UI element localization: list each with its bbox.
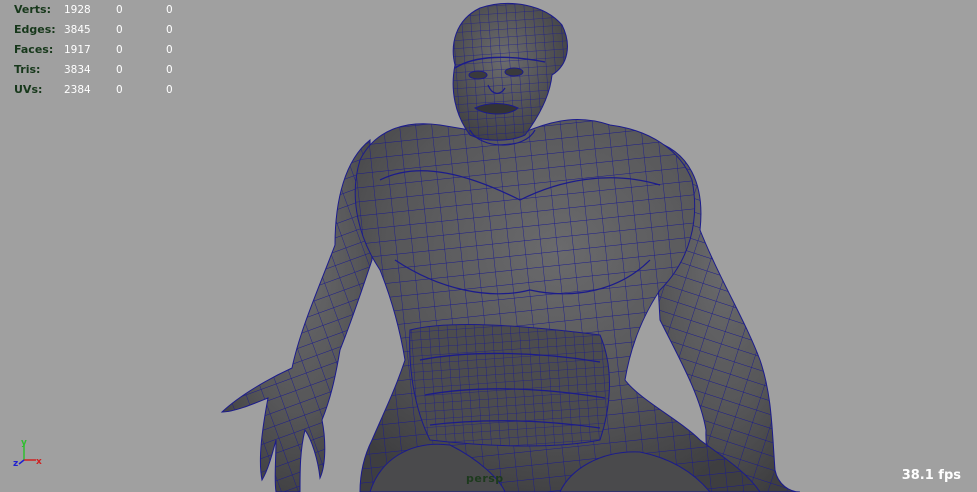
hud-label: Faces: [14, 43, 54, 56]
hud-row-tris: Tris: 3834 0 0 [14, 60, 196, 80]
hud-value: 0 [116, 24, 123, 36]
hud-row-uvs: UVs: 2384 0 0 [14, 80, 196, 100]
hud-value: 1917 [64, 44, 91, 56]
hud-label: Edges: [14, 23, 56, 36]
hud-value: 0 [116, 4, 123, 16]
hud-value: 1928 [64, 4, 91, 16]
hud-label: UVs: [14, 83, 43, 96]
poly-count-hud: Verts: 1928 0 0 Edges: 3845 0 0 Faces: 1… [14, 0, 196, 100]
hud-value: 2384 [64, 84, 91, 96]
camera-name-label: persp [466, 472, 504, 485]
axis-x-label: x [36, 457, 42, 467]
hud-value: 0 [116, 44, 123, 56]
hud-value: 0 [166, 44, 173, 56]
hud-row-faces: Faces: 1917 0 0 [14, 40, 196, 60]
hud-value: 0 [166, 24, 173, 36]
hud-value: 0 [166, 4, 173, 16]
hud-value: 3834 [64, 64, 91, 76]
hud-value: 0 [116, 84, 123, 96]
hud-value: 0 [166, 84, 173, 96]
axis-z-label: z [13, 459, 18, 469]
3d-viewport[interactable]: Verts: 1928 0 0 Edges: 3845 0 0 Faces: 1… [0, 0, 977, 492]
hud-label: Tris: [14, 63, 41, 76]
axis-y-label: y [21, 438, 27, 448]
hud-row-edges: Edges: 3845 0 0 [14, 20, 196, 40]
hud-value: 3845 [64, 24, 91, 36]
hud-value: 0 [116, 64, 123, 76]
hud-row-verts: Verts: 1928 0 0 [14, 0, 196, 20]
axis-gizmo-icon: y x z [13, 438, 42, 469]
fps-readout: 38.1 fps [901, 468, 961, 483]
mesh-left-arm [220, 138, 373, 492]
hud-label: Verts: [14, 3, 52, 16]
hud-value: 0 [166, 64, 173, 76]
